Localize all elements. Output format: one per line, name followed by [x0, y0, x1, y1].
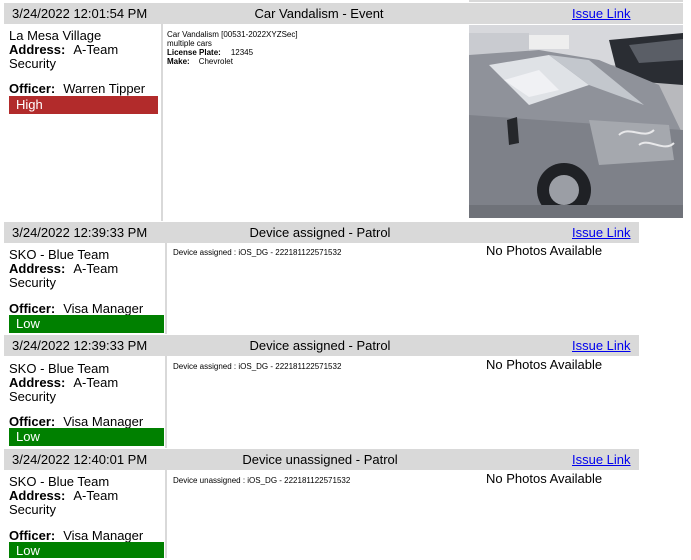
- address-label: Address:: [9, 375, 66, 390]
- site-name: La Mesa Village: [9, 28, 102, 43]
- no-photos-text: No Photos Available: [486, 471, 603, 486]
- car-photo-illustration: [469, 25, 683, 218]
- license-plate-line: License Plate: 12345: [167, 48, 298, 57]
- description-line: Device assigned : iOS_DG - 2221811225715…: [173, 248, 342, 257]
- site-name: SKO - Blue Team: [9, 247, 110, 262]
- entry-timestamp: 3/24/2022 12:40:01 PM: [12, 452, 148, 467]
- officer-line: Officer: Warren Tipper: [9, 82, 159, 96]
- officer-value: Visa Manager: [63, 301, 144, 316]
- entry-timestamp: 3/24/2022 12:01:54 PM: [12, 6, 148, 21]
- entry-header: 3/24/2022 12:40:01 PM Device unassigned …: [4, 449, 639, 470]
- severity-badge: Low: [9, 428, 164, 446]
- address-value: A-Team: [73, 42, 119, 57]
- severity-badge: Low: [9, 542, 164, 558]
- entry-title: Device assigned - Patrol: [249, 225, 391, 240]
- plate-label: License Plate:: [167, 48, 221, 57]
- issue-link[interactable]: Issue Link: [572, 225, 631, 240]
- site-name: SKO - Blue Team: [9, 474, 110, 489]
- severity-badge: Low: [9, 315, 164, 333]
- address-line: Address: A-Team: [9, 43, 159, 57]
- issue-link[interactable]: Issue Link: [572, 452, 631, 467]
- address-continued: Security: [9, 275, 56, 290]
- site-name: SKO - Blue Team: [9, 361, 110, 376]
- description-line: Device unassigned : iOS_DG - 22218112257…: [173, 476, 351, 485]
- entry-title: Car Vandalism - Event: [254, 6, 384, 21]
- officer-label: Officer:: [9, 301, 56, 316]
- entry-timestamp: 3/24/2022 12:39:33 PM: [12, 225, 148, 240]
- description-line: Device assigned : iOS_DG - 2221811225715…: [173, 362, 342, 371]
- officer-label: Officer:: [9, 81, 56, 96]
- officer-value: Warren Tipper: [63, 81, 146, 96]
- entry-title: Device unassigned - Patrol: [242, 452, 398, 467]
- entry-description: Device assigned : iOS_DG - 2221811225715…: [173, 362, 341, 371]
- officer-value: Visa Manager: [63, 528, 144, 543]
- address-continued: Security: [9, 56, 56, 71]
- entry-description: Device assigned : iOS_DG - 2221811225715…: [173, 248, 341, 257]
- entry-header: 3/24/2022 12:01:54 PM Car Vandalism - Ev…: [4, 3, 683, 24]
- entry-header: 3/24/2022 12:39:33 PM Device assigned - …: [4, 335, 639, 356]
- address-value: A-Team: [73, 488, 119, 503]
- description-line: Car Vandalism [00531-2022XYZSec]: [167, 30, 298, 39]
- address-line: Address: A-Team: [9, 489, 164, 503]
- column-divider: [161, 24, 163, 221]
- make-value: Chevrolet: [198, 57, 233, 66]
- entry-timestamp: 3/24/2022 12:39:33 PM: [12, 338, 148, 353]
- column-divider: [165, 470, 167, 558]
- officer-value: Visa Manager: [63, 414, 144, 429]
- address-value: A-Team: [73, 261, 119, 276]
- officer-label: Officer:: [9, 528, 56, 543]
- damaged-car-photo[interactable]: [469, 25, 683, 218]
- severity-badge: High: [9, 96, 158, 114]
- description-line: multiple cars: [167, 39, 212, 48]
- entry-title: Device assigned - Patrol: [249, 338, 391, 353]
- make-label: Make:: [167, 57, 190, 66]
- address-continued: Security: [9, 502, 56, 517]
- no-photos-text: No Photos Available: [486, 357, 603, 372]
- entry-details: SKO - Blue Team Address: A-Team Security …: [9, 248, 164, 316]
- address-label: Address:: [9, 261, 66, 276]
- officer-line: Officer: Visa Manager: [9, 415, 164, 429]
- entry-details: SKO - Blue Team Address: A-Team Security …: [9, 475, 164, 543]
- previous-entry-edge: [469, 0, 683, 2]
- entry-details: La Mesa Village Address: A-Team Security …: [9, 29, 159, 96]
- address-line: Address: A-Team: [9, 262, 164, 276]
- entry-header: 3/24/2022 12:39:33 PM Device assigned - …: [4, 222, 639, 243]
- entry-details: SKO - Blue Team Address: A-Team Security …: [9, 362, 164, 429]
- entry-description: Device unassigned : iOS_DG - 22218112257…: [173, 476, 350, 485]
- officer-line: Officer: Visa Manager: [9, 302, 164, 316]
- address-line: Address: A-Team: [9, 376, 164, 390]
- entry-description: Car Vandalism [00531-2022XYZSec] multipl…: [167, 30, 298, 66]
- address-value: A-Team: [73, 375, 119, 390]
- make-line: Make: Chevrolet: [167, 57, 298, 66]
- officer-line: Officer: Visa Manager: [9, 529, 164, 543]
- address-continued: Security: [9, 389, 56, 404]
- issue-link[interactable]: Issue Link: [572, 6, 631, 21]
- issue-link[interactable]: Issue Link: [572, 338, 631, 353]
- plate-value: 12345: [230, 48, 254, 57]
- column-divider: [165, 243, 167, 334]
- column-divider: [165, 356, 167, 448]
- address-label: Address:: [9, 488, 66, 503]
- no-photos-text: No Photos Available: [486, 243, 603, 258]
- address-label: Address:: [9, 42, 66, 57]
- officer-label: Officer:: [9, 414, 56, 429]
